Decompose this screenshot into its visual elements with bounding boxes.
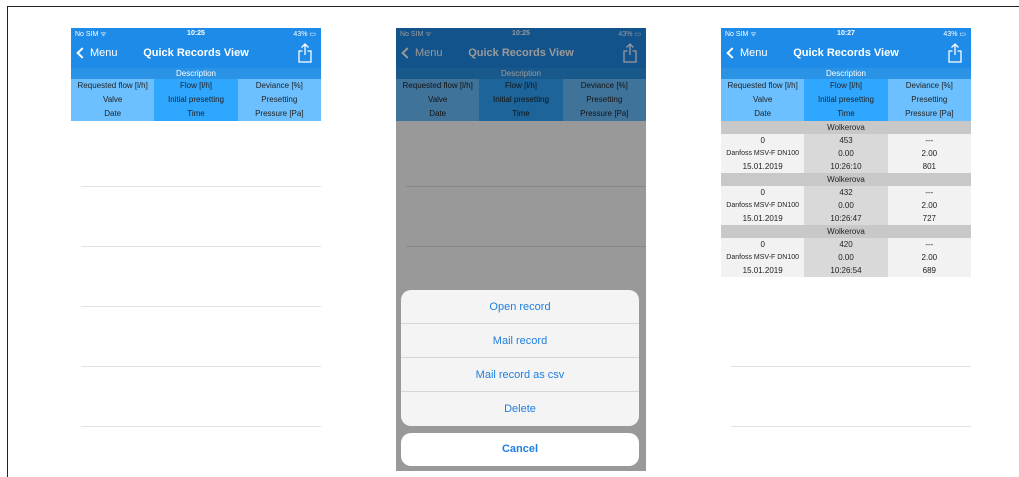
share-icon[interactable] — [948, 43, 962, 63]
record-entry[interactable]: Wolkerova 0 453 --- Danfoss MSV-F DN100 … — [721, 121, 971, 173]
record-cell: 0 — [721, 134, 805, 147]
column-header-row: Date Time Pressure [Pa] — [721, 107, 971, 121]
column-header: Presetting — [237, 93, 321, 107]
column-header: Initial presetting — [154, 93, 238, 107]
record-row: 15.01.2019 10:26:47 727 — [721, 212, 971, 225]
record-title: Wolkerova — [721, 121, 971, 134]
empty-row-separator — [81, 366, 321, 367]
record-title: Wolkerova — [721, 173, 971, 186]
phone-screen-action-sheet: No SIM ᯤ 10:25 43% ▭ Menu Quick Records … — [396, 28, 646, 471]
column-header: Initial presetting — [804, 93, 888, 107]
column-header-row: Requested flow [l/h] Flow [l/h] Deviance… — [71, 79, 321, 93]
phone-screen-empty: No SIM ᯤ 10:25 43% ▭ Menu Quick Records … — [71, 28, 321, 471]
phone-screen-records: No SIM ᯤ 10:27 43% ▭ Menu Quick Records … — [721, 28, 971, 471]
record-cell: 0.00 — [804, 147, 888, 160]
record-title: Wolkerova — [721, 225, 971, 238]
status-bar: No SIM ᯤ 10:25 43% ▭ — [71, 28, 321, 40]
action-sheet: Open record Mail record Mail record as c… — [401, 290, 639, 426]
column-header: Valve — [721, 93, 805, 107]
column-header: Time — [154, 107, 238, 121]
cancel-button[interactable]: Cancel — [401, 433, 639, 466]
column-header: Pressure [Pa] — [237, 107, 321, 121]
empty-row-separator — [81, 186, 321, 187]
record-cell: 15.01.2019 — [721, 264, 805, 277]
record-cell: 453 — [804, 134, 888, 147]
record-cell: 2.00 — [887, 147, 971, 160]
mail-record-csv-button[interactable]: Mail record as csv — [401, 358, 639, 392]
record-row: 0 432 --- — [721, 186, 971, 199]
clock: 10:25 — [187, 30, 205, 37]
record-row: 0 453 --- — [721, 134, 971, 147]
record-cell: 15.01.2019 — [721, 160, 805, 173]
delete-button[interactable]: Delete — [401, 392, 639, 426]
column-header: Deviance [%] — [887, 79, 971, 93]
battery-indicator: 43% ▭ — [943, 31, 966, 38]
record-cell: --- — [887, 186, 971, 199]
column-header-row: Date Time Pressure [Pa] — [71, 107, 321, 121]
record-cell: 2.00 — [887, 251, 971, 264]
column-header: Requested flow [l/h] — [721, 79, 805, 93]
record-row: 15.01.2019 10:26:10 801 — [721, 160, 971, 173]
record-row: 15.01.2019 10:26:54 689 — [721, 264, 971, 277]
record-entry[interactable]: Wolkerova 0 432 --- Danfoss MSV-F DN100 … — [721, 173, 971, 225]
record-cell: 801 — [887, 160, 971, 173]
frame-border-left — [7, 6, 8, 477]
clock: 10:27 — [837, 30, 855, 37]
column-header: Requested flow [l/h] — [71, 79, 155, 93]
record-cell: 0 — [721, 186, 805, 199]
description-header: Description — [721, 68, 971, 79]
open-record-button[interactable]: Open record — [401, 290, 639, 324]
record-cell: 420 — [804, 238, 888, 251]
record-row: Danfoss MSV-F DN100 0.00 2.00 — [721, 199, 971, 212]
column-header: Time — [804, 107, 888, 121]
record-cell: 727 — [887, 212, 971, 225]
record-cell: 432 — [804, 186, 888, 199]
column-header: Deviance [%] — [237, 79, 321, 93]
record-row: 0 420 --- — [721, 238, 971, 251]
nav-bar: Menu Quick Records View — [721, 40, 971, 68]
column-header: Presetting — [887, 93, 971, 107]
record-cell: 10:26:47 — [804, 212, 888, 225]
frame-border-top — [7, 6, 1019, 7]
column-header: Pressure [Pa] — [887, 107, 971, 121]
column-header-row: Valve Initial presetting Presetting — [721, 93, 971, 107]
column-header-row: Valve Initial presetting Presetting — [71, 93, 321, 107]
record-cell: --- — [887, 238, 971, 251]
record-cell: Danfoss MSV-F DN100 — [721, 199, 805, 212]
record-cell: 0.00 — [804, 199, 888, 212]
record-cell: --- — [887, 134, 971, 147]
column-header: Flow [l/h] — [804, 79, 888, 93]
record-entry[interactable]: Wolkerova 0 420 --- Danfoss MSV-F DN100 … — [721, 225, 971, 277]
column-header: Date — [71, 107, 155, 121]
record-cell: 689 — [887, 264, 971, 277]
empty-row-separator — [81, 426, 321, 427]
record-cell: 0.00 — [804, 251, 888, 264]
empty-row-separator — [731, 366, 971, 367]
record-cell: 15.01.2019 — [721, 212, 805, 225]
mail-record-button[interactable]: Mail record — [401, 324, 639, 358]
empty-row-separator — [731, 426, 971, 427]
column-header-row: Requested flow [l/h] Flow [l/h] Deviance… — [721, 79, 971, 93]
record-cell: 10:26:10 — [804, 160, 888, 173]
page-title: Quick Records View — [143, 47, 249, 59]
record-cell: Danfoss MSV-F DN100 — [721, 147, 805, 160]
column-header: Valve — [71, 93, 155, 107]
description-header: Description — [71, 68, 321, 79]
record-row: Danfoss MSV-F DN100 0.00 2.00 — [721, 147, 971, 160]
status-bar: No SIM ᯤ 10:27 43% ▭ — [721, 28, 971, 40]
column-header: Flow [l/h] — [154, 79, 238, 93]
empty-row-separator — [81, 246, 321, 247]
record-cell: 2.00 — [887, 199, 971, 212]
record-cell: 10:26:54 — [804, 264, 888, 277]
share-icon[interactable] — [298, 43, 312, 63]
record-cell: Danfoss MSV-F DN100 — [721, 251, 805, 264]
battery-indicator: 43% ▭ — [293, 31, 316, 38]
nav-bar: Menu Quick Records View — [71, 40, 321, 68]
record-row: Danfoss MSV-F DN100 0.00 2.00 — [721, 251, 971, 264]
column-header: Date — [721, 107, 805, 121]
page-title: Quick Records View — [793, 47, 899, 59]
empty-row-separator — [81, 306, 321, 307]
record-cell: 0 — [721, 238, 805, 251]
